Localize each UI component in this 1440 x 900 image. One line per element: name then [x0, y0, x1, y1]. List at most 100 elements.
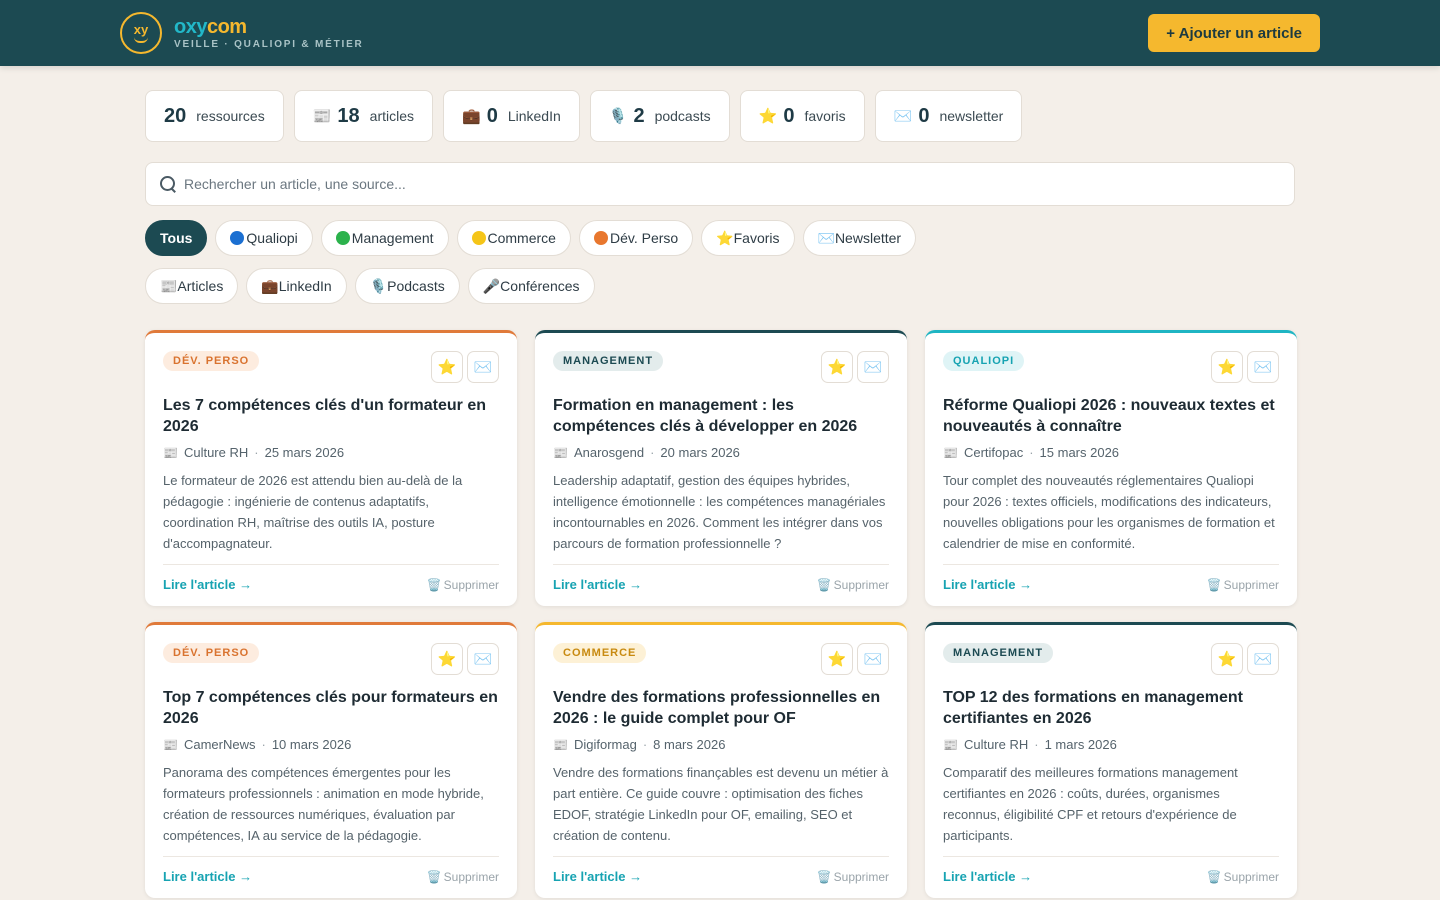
blue-dot-icon — [230, 231, 245, 245]
newspaper-icon: 📰 — [943, 445, 958, 460]
filter-favoris[interactable]: ⭐Favoris — [701, 220, 795, 256]
brand[interactable]: xy oxycom VEILLE · QUALIOPI & MÉTIER — [120, 12, 364, 54]
card-title: Réforme Qualiopi 2026 : nouveaux textes … — [943, 397, 1275, 435]
stat-favoris: ⭐ 0 favoris — [739, 90, 865, 142]
card-date: 15 mars 2026 — [1039, 445, 1120, 460]
newsletter-envelope-button[interactable]: ✉️ — [1247, 643, 1279, 675]
card-title: Top 7 compétences clés pour formateurs e… — [163, 689, 498, 727]
add-article-button[interactable]: + Ajouter un article — [1148, 14, 1320, 52]
read-article-link[interactable]: Lire l'article → — [943, 869, 1032, 884]
card-source: Anarosgend — [573, 445, 645, 460]
card-source: Digiformag — [573, 737, 637, 752]
stats-bar: 20 ressources 📰 18 articles 💼 0 LinkedIn 🎙️ 2 p… — [145, 90, 1295, 142]
favorite-star-button[interactable]: ⭐ — [431, 351, 463, 383]
card-date: 1 mars 2026 — [1044, 737, 1117, 752]
yellow-dot-icon — [471, 231, 486, 245]
newspaper-icon: 📰 — [553, 737, 568, 752]
delete-button[interactable]: 🗑️ Supprimer — [427, 870, 499, 884]
filter-linkedin[interactable]: 💼LinkedIn — [246, 268, 347, 304]
stat-newsletter: ✉️ 0 newsletter — [874, 90, 1023, 142]
read-article-link[interactable]: Lire l'article → — [163, 577, 252, 592]
brand-subtitle: VEILLE · QUALIOPI & MÉTIER — [174, 38, 364, 50]
stat-linkedin: 💼 0 LinkedIn — [443, 90, 580, 142]
microphone-icon: 🎙️ — [608, 108, 628, 125]
delete-button[interactable]: 🗑️ Supprimer — [1207, 578, 1279, 592]
newspaper-icon: 📰 — [163, 445, 178, 460]
search-bar — [145, 162, 1295, 206]
newspaper-icon: 📰 — [312, 108, 332, 125]
category-filters: Tous Qualiopi Management Commerce Dév. P… — [145, 220, 1295, 256]
newsletter-envelope-button[interactable]: ✉️ — [857, 643, 889, 675]
filter-dev-perso[interactable]: Dév. Perso — [578, 220, 694, 256]
card-title: Vendre des formations professionnelles e… — [553, 689, 881, 727]
category-tag: MANAGEMENT — [553, 351, 664, 371]
card-source: Culture RH — [183, 445, 249, 460]
filter-tous[interactable]: Tous — [145, 220, 208, 256]
search-input[interactable] — [184, 176, 1280, 192]
filter-newsletter[interactable]: ✉️Newsletter — [802, 220, 917, 256]
card-title: Les 7 compétences clés d'un formateur en… — [163, 397, 487, 435]
logo-icon: xy — [120, 12, 162, 54]
logo-text: xy — [133, 21, 149, 37]
top-bar: xy oxycom VEILLE · QUALIOPI & MÉTIER + A… — [0, 0, 1440, 66]
delete-button[interactable]: 🗑️ Supprimer — [817, 578, 889, 592]
card-date: 10 mars 2026 — [271, 737, 352, 752]
card-date: 20 mars 2026 — [660, 445, 740, 460]
filter-qualiopi[interactable]: Qualiopi — [215, 220, 313, 256]
stat-podcasts: 🎙️ 2 podcasts — [589, 90, 730, 142]
article-card: QUALIOPI ⭐ ✉️ Réforme Qualiopi 2026 : no… — [925, 330, 1297, 606]
filter-podcasts[interactable]: 🎙️Podcasts — [354, 268, 460, 304]
card-description: Le formateur de 2026 est attendu bien au… — [163, 473, 463, 551]
article-card: DÉV. PERSO ⭐ ✉️ Top 7 compétences clés p… — [145, 622, 517, 898]
article-card: MANAGEMENT ⭐ ✉️ Formation en management … — [535, 330, 907, 606]
filter-management[interactable]: Management — [320, 220, 449, 256]
delete-button[interactable]: 🗑️ Supprimer — [427, 578, 499, 592]
orange-dot-icon — [593, 231, 608, 245]
article-grid: DÉV. PERSO ⭐ ✉️ Les 7 compétences clés d… — [145, 330, 1297, 898]
article-card: COMMERCE ⭐ ✉️ Vendre des formations prof… — [535, 622, 907, 898]
category-tag: QUALIOPI — [943, 351, 1025, 371]
delete-button[interactable]: 🗑️ Supprimer — [817, 870, 889, 884]
newsletter-envelope-button[interactable]: ✉️ — [467, 643, 499, 675]
read-article-link[interactable]: Lire l'article → — [553, 869, 642, 884]
card-description: Panorama des compétences émergentes pour… — [163, 765, 484, 843]
newspaper-icon: 📰 — [163, 737, 178, 752]
filter-articles[interactable]: 📰Articles — [145, 268, 239, 304]
favorite-star-button[interactable]: ⭐ — [431, 643, 463, 675]
filter-conferences[interactable]: 🎤Conférences — [467, 268, 595, 304]
filter-commerce[interactable]: Commerce — [456, 220, 571, 256]
envelope-icon: ✉️ — [893, 108, 913, 125]
article-card: MANAGEMENT ⭐ ✉️ TOP 12 des formations en… — [925, 622, 1297, 898]
trash-icon: 🗑️ — [426, 869, 442, 884]
brand-name: oxycom — [174, 15, 247, 38]
newsletter-envelope-button[interactable]: ✉️ — [857, 351, 889, 383]
article-card: DÉV. PERSO ⭐ ✉️ Les 7 compétences clés d… — [145, 330, 517, 606]
delete-button[interactable]: 🗑️ Supprimer — [1207, 870, 1279, 884]
newspaper-icon: 📰 — [943, 737, 958, 752]
card-description: Leadership adaptatif, gestion des équipe… — [553, 473, 886, 551]
favorite-star-button[interactable]: ⭐ — [821, 351, 853, 383]
favorite-star-button[interactable]: ⭐ — [821, 643, 853, 675]
stat-articles: 📰 18 articles — [293, 90, 434, 142]
trash-icon: 🗑️ — [1206, 577, 1222, 592]
star-icon: ⭐ — [758, 108, 778, 125]
newsletter-envelope-button[interactable]: ✉️ — [467, 351, 499, 383]
read-article-link[interactable]: Lire l'article → — [553, 577, 642, 592]
category-tag: DÉV. PERSO — [163, 643, 260, 663]
category-tag: MANAGEMENT — [943, 643, 1054, 663]
favorite-star-button[interactable]: ⭐ — [1211, 643, 1243, 675]
card-description: Tour complet des nouveautés réglementair… — [943, 473, 1275, 551]
card-description: Vendre des formations finançables est de… — [553, 765, 889, 843]
green-dot-icon — [335, 231, 350, 245]
card-title: TOP 12 des formations en management cert… — [943, 689, 1243, 727]
read-article-link[interactable]: Lire l'article → — [943, 577, 1032, 592]
card-date: 25 mars 2026 — [264, 445, 345, 460]
trash-icon: 🗑️ — [1206, 869, 1222, 884]
trash-icon: 🗑️ — [816, 869, 832, 884]
category-tag: DÉV. PERSO — [163, 351, 260, 371]
read-article-link[interactable]: Lire l'article → — [163, 869, 252, 884]
favorite-star-button[interactable]: ⭐ — [1211, 351, 1243, 383]
card-date: 8 mars 2026 — [653, 737, 726, 752]
card-title: Formation en management : les compétence… — [553, 397, 858, 435]
newsletter-envelope-button[interactable]: ✉️ — [1247, 351, 1279, 383]
